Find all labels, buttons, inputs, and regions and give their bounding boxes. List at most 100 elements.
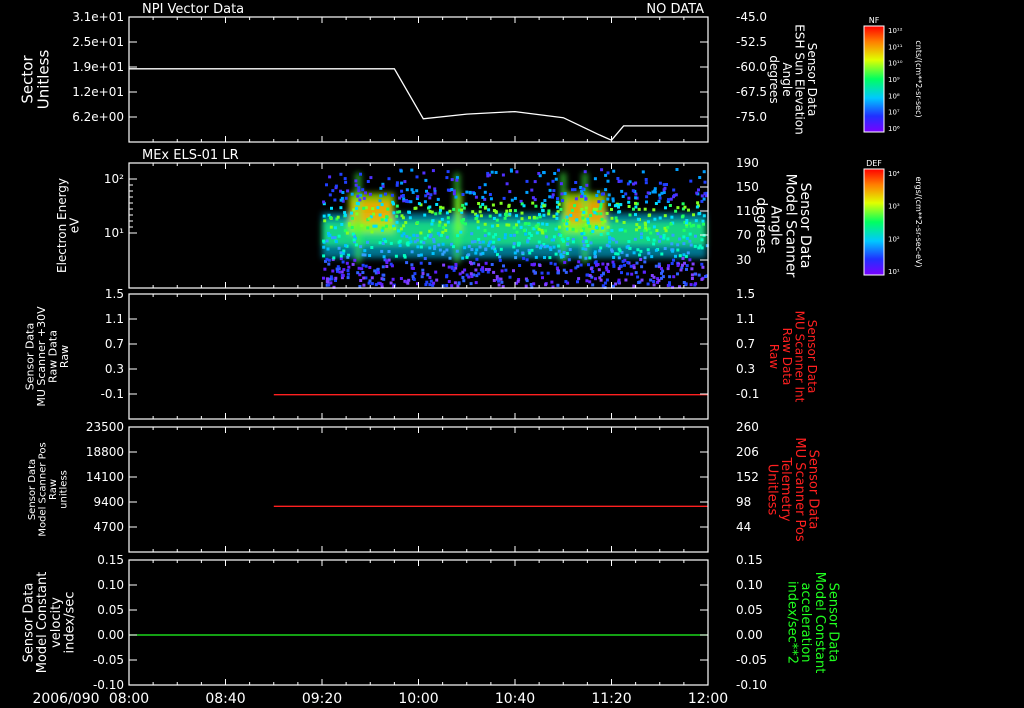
spectrogram-pixel bbox=[533, 198, 537, 202]
spectrogram-pixel bbox=[632, 284, 636, 288]
spectrogram-pixel bbox=[666, 225, 670, 229]
spectrogram-pixel bbox=[639, 258, 643, 261]
spectrogram-pixel bbox=[588, 280, 592, 284]
spectrogram-pixel bbox=[520, 211, 524, 215]
spectrogram-pixel bbox=[361, 188, 365, 192]
panel-1-frame bbox=[128, 16, 709, 143]
spectrogram-pixel bbox=[674, 193, 678, 197]
spectrogram-pixel bbox=[381, 265, 385, 269]
spectrogram-pixel bbox=[541, 208, 545, 212]
spectrogram-pixel bbox=[557, 244, 561, 248]
spectrogram-pixel bbox=[690, 273, 694, 277]
spectrogram-pixel bbox=[419, 261, 423, 265]
left-axis-label-line: Unitless bbox=[34, 50, 52, 110]
spectrogram-pixel bbox=[438, 220, 442, 224]
spectrogram-pixel bbox=[475, 248, 479, 252]
spectrogram-pixel bbox=[431, 169, 435, 173]
spectrogram-pixel bbox=[565, 222, 569, 226]
spectrogram-pixel bbox=[500, 280, 504, 284]
spectrogram-pixel bbox=[634, 213, 637, 217]
panels: 3.1e+01 2.5e+01 1.9e+01 1.2e+01 6.2e+00 -45.0… bbox=[19, 10, 841, 692]
spectrogram-pixel bbox=[512, 245, 516, 249]
spectrogram-pixel bbox=[693, 244, 697, 248]
spectrogram-pixel bbox=[401, 194, 405, 197]
spectrogram-pixel bbox=[640, 278, 644, 282]
spectrogram-pixel bbox=[591, 270, 595, 273]
right-tick-label: 150 bbox=[736, 180, 759, 194]
spectrogram-pixel bbox=[514, 256, 518, 260]
spectrogram-pixel bbox=[508, 190, 512, 194]
spectrogram-pixel bbox=[637, 207, 641, 211]
spectrogram-pixel bbox=[540, 271, 544, 275]
spectrogram-pixel bbox=[667, 264, 670, 268]
spectrogram-pixel bbox=[659, 235, 663, 239]
right-tick-label: 1.1 bbox=[736, 312, 755, 326]
spectrogram-pixel bbox=[461, 256, 465, 260]
spectrogram-pixel bbox=[363, 249, 367, 253]
spectrogram-pixel bbox=[359, 193, 363, 197]
spectrogram-pixel bbox=[583, 236, 586, 240]
spectrogram-pixel bbox=[435, 278, 439, 282]
spectrogram-pixel bbox=[487, 244, 491, 247]
spectrogram-pixel bbox=[508, 212, 512, 216]
colorbar-tick-label: 10⁶ bbox=[888, 125, 900, 133]
spectrogram-pixel bbox=[400, 189, 404, 193]
left-tick-label: 18800 bbox=[86, 445, 124, 459]
spectrogram-pixel bbox=[551, 193, 555, 197]
spectrogram-pixel bbox=[581, 240, 585, 244]
spectrogram-pixel bbox=[658, 196, 662, 200]
left-tick-label: 23500 bbox=[86, 420, 124, 434]
spectrogram-pixel bbox=[460, 208, 464, 212]
spectrogram-pixel bbox=[432, 240, 436, 244]
right-tick-label: 0.7 bbox=[736, 337, 755, 351]
spectrogram-pixel bbox=[693, 272, 697, 276]
spectrogram-pixel bbox=[415, 175, 419, 179]
spectrogram-pixel bbox=[465, 255, 469, 259]
spectrogram-pixel bbox=[636, 217, 640, 221]
spectrogram-pixel bbox=[428, 235, 432, 239]
left-tick-label: 0.7 bbox=[105, 337, 124, 351]
spectrogram-pixel bbox=[478, 245, 482, 249]
spectrogram-pixel bbox=[692, 213, 695, 217]
spectrogram-pixel bbox=[357, 186, 361, 190]
spectrogram-pixel bbox=[434, 270, 438, 274]
spectrogram-pixel bbox=[414, 206, 418, 210]
colorbar-tick-label: 10⁸ bbox=[888, 92, 900, 100]
spectrogram-pixel bbox=[454, 262, 458, 266]
spectrogram-pixel bbox=[426, 273, 430, 277]
spectrogram-pixel bbox=[635, 228, 638, 232]
spectrogram-pixel bbox=[356, 194, 360, 198]
spectrogram-pixel bbox=[447, 265, 451, 269]
spectrogram-pixel bbox=[467, 275, 471, 279]
spectrogram-pixel bbox=[597, 200, 601, 204]
spectrogram-pixel bbox=[598, 276, 602, 280]
spectrogram-pixel bbox=[364, 264, 368, 268]
spectrogram-pixel bbox=[496, 224, 500, 227]
spectrogram-pixel bbox=[406, 281, 410, 285]
spectrogram-pixel bbox=[490, 170, 494, 174]
spectrogram-pixel bbox=[591, 230, 595, 233]
spectrogram-pixel bbox=[671, 249, 675, 253]
spectrogram-pixel bbox=[702, 222, 705, 226]
spectrogram-pixel bbox=[635, 261, 639, 265]
spectrogram-pixel bbox=[537, 172, 541, 175]
spectrogram-pixel bbox=[622, 221, 626, 224]
spectrogram-pixel bbox=[352, 208, 356, 212]
spectrogram-pixel bbox=[556, 271, 560, 275]
spectrogram-pixel bbox=[564, 280, 568, 284]
spectrogram-pixel bbox=[405, 199, 409, 203]
spectrogram-pixel bbox=[395, 214, 399, 218]
spectrogram-pixel bbox=[535, 231, 539, 235]
spectrogram-pixel bbox=[394, 254, 398, 258]
spectrogram-pixel bbox=[471, 240, 474, 244]
spectrogram-pixel bbox=[644, 181, 648, 185]
spectrogram-pixel bbox=[452, 192, 456, 196]
spectrogram-pixel bbox=[471, 210, 475, 214]
spectrogram-pixel bbox=[598, 207, 602, 211]
spectrogram-pixel bbox=[589, 214, 592, 217]
time-axis: 08:00 08:40 09:20 10:00 10:40 11:20 12:00 bbox=[109, 691, 728, 707]
spectrogram-pixel bbox=[683, 205, 687, 209]
left-tick-label: 1.1 bbox=[105, 312, 124, 326]
spectrogram-pixel bbox=[652, 283, 656, 287]
spectrogram-pixel bbox=[589, 267, 593, 271]
